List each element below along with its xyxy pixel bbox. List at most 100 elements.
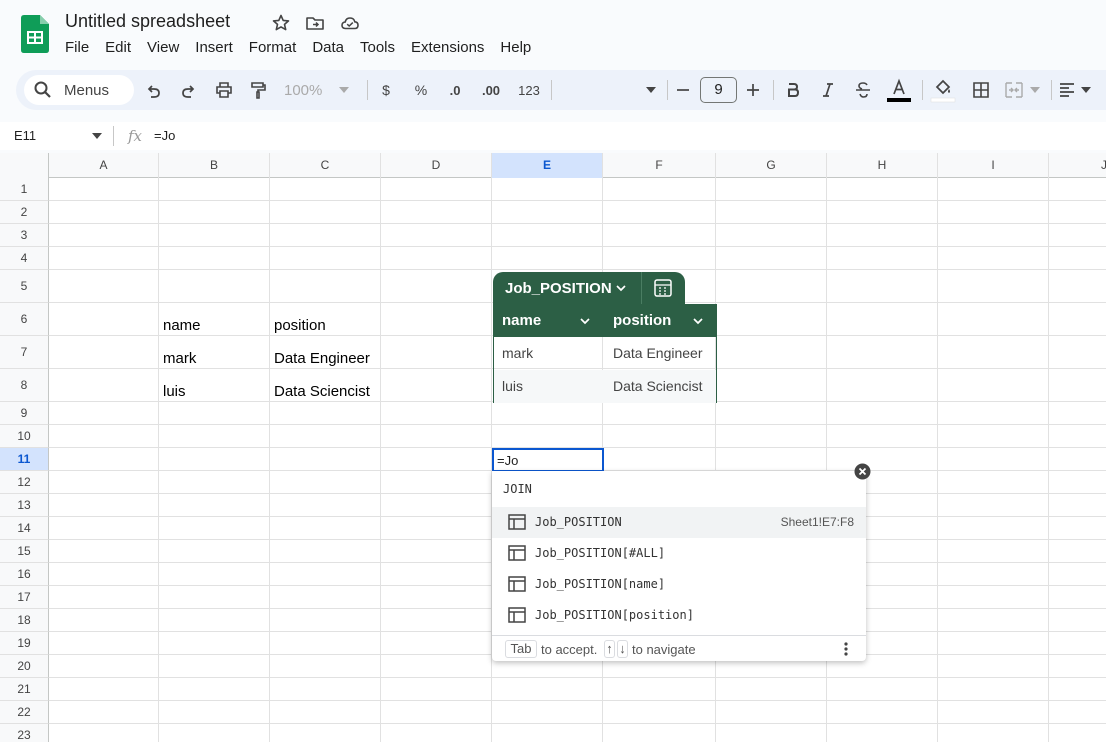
table-cell[interactable]: mark: [502, 345, 533, 361]
table-header-name[interactable]: name: [502, 312, 541, 329]
autocomplete-function-suggestion[interactable]: JOIN: [503, 482, 532, 496]
text-color-button[interactable]: [886, 76, 912, 104]
table-cell[interactable]: luis: [502, 378, 523, 394]
select-all-corner[interactable]: [0, 153, 49, 178]
row-header-10[interactable]: 10: [0, 425, 49, 448]
autocomplete-item[interactable]: Job_POSITION Sheet1!E7:F8: [492, 507, 866, 538]
more-vertical-icon[interactable]: [842, 641, 850, 657]
row-header-4[interactable]: 4: [0, 247, 49, 270]
menu-edit[interactable]: Edit: [97, 38, 139, 58]
row-header-1[interactable]: 1: [0, 178, 49, 201]
table-cell[interactable]: Data Engineer: [613, 345, 703, 361]
more-formats-button[interactable]: 123: [514, 76, 544, 104]
row-header-14[interactable]: 14: [0, 517, 49, 540]
chevron-down-icon[interactable]: [692, 315, 704, 327]
row-header-8[interactable]: 8: [0, 369, 49, 402]
column-header-b[interactable]: B: [159, 153, 270, 178]
cell-b8[interactable]: luis: [163, 383, 186, 400]
grid-row-line: [49, 200, 1106, 201]
autocomplete-item[interactable]: Job_POSITION[name]: [492, 569, 866, 600]
name-box[interactable]: E11: [14, 128, 36, 143]
row-header-2[interactable]: 2: [0, 201, 49, 224]
merge-cells-button[interactable]: [1004, 76, 1046, 104]
font-size-input[interactable]: 9: [700, 77, 737, 103]
document-title[interactable]: Untitled spreadsheet: [65, 11, 230, 32]
menu-tools[interactable]: Tools: [352, 38, 403, 58]
formula-input[interactable]: =Jo: [154, 128, 175, 143]
cell-b6[interactable]: name: [163, 317, 201, 334]
cloud-saved-icon[interactable]: [340, 13, 360, 33]
font-family-select[interactable]: [556, 76, 656, 104]
row-header-6[interactable]: 6: [0, 303, 49, 336]
row-header-3[interactable]: 3: [0, 224, 49, 247]
star-icon[interactable]: [271, 13, 291, 33]
row-header-21[interactable]: 21: [0, 678, 49, 701]
row-header-9[interactable]: 9: [0, 402, 49, 425]
row-header-5[interactable]: 5: [0, 270, 49, 303]
undo-button[interactable]: [142, 76, 166, 104]
row-header-19[interactable]: 19: [0, 632, 49, 655]
decrease-font-size-button[interactable]: [672, 76, 694, 104]
zoom-select[interactable]: 100%: [284, 76, 354, 104]
menu-data[interactable]: Data: [304, 38, 352, 58]
active-cell-editor[interactable]: =Jo: [492, 448, 604, 472]
fill-color-button[interactable]: [930, 76, 956, 104]
move-to-folder-icon[interactable]: [305, 13, 325, 33]
cell-c8[interactable]: Data Sciencist: [274, 383, 370, 400]
table-cell[interactable]: Data Sciencist: [613, 378, 702, 394]
row-header-12[interactable]: 12: [0, 471, 49, 494]
row-header-20[interactable]: 20: [0, 655, 49, 678]
menu-extensions[interactable]: Extensions: [403, 38, 492, 58]
bold-button[interactable]: [781, 76, 805, 104]
menu-format[interactable]: Format: [241, 38, 305, 58]
chevron-down-icon[interactable]: [615, 282, 627, 294]
autocomplete-item[interactable]: Job_POSITION[#ALL]: [492, 538, 866, 569]
row-header-15[interactable]: 15: [0, 540, 49, 563]
column-header-i[interactable]: I: [938, 153, 1049, 178]
row-header-13[interactable]: 13: [0, 494, 49, 517]
cell-b7[interactable]: mark: [163, 350, 196, 367]
strikethrough-button[interactable]: [851, 76, 875, 104]
menu-view[interactable]: View: [139, 38, 187, 58]
column-header-d[interactable]: D: [381, 153, 492, 178]
table-header-position[interactable]: position: [613, 312, 671, 329]
paint-format-button[interactable]: [246, 76, 270, 104]
decrease-decimal-button[interactable]: .0: [442, 76, 468, 104]
menu-file[interactable]: File: [57, 38, 97, 58]
menu-help[interactable]: Help: [492, 38, 539, 58]
caret-down-icon[interactable]: [92, 133, 102, 139]
increase-font-size-button[interactable]: [742, 76, 764, 104]
column-header-j[interactable]: J: [1049, 153, 1106, 178]
percent-format-button[interactable]: %: [409, 76, 433, 104]
cell-c6[interactable]: position: [274, 317, 326, 334]
italic-button[interactable]: [816, 76, 840, 104]
menu-insert[interactable]: Insert: [187, 38, 241, 58]
row-header-17[interactable]: 17: [0, 586, 49, 609]
column-header-c[interactable]: C: [270, 153, 381, 178]
column-header-f[interactable]: F: [603, 153, 716, 178]
close-icon[interactable]: [854, 463, 871, 480]
cell-c7[interactable]: Data Engineer: [274, 350, 370, 367]
horizontal-align-button[interactable]: [1058, 76, 1098, 104]
borders-button[interactable]: [969, 76, 993, 104]
sheets-logo-icon[interactable]: [21, 15, 49, 53]
print-button[interactable]: [212, 76, 236, 104]
column-header-a[interactable]: A: [49, 153, 159, 178]
row-header-22[interactable]: 22: [0, 701, 49, 724]
row-header-16[interactable]: 16: [0, 563, 49, 586]
table-calculator-icon[interactable]: [653, 278, 673, 298]
column-header-g[interactable]: G: [716, 153, 827, 178]
chevron-down-icon[interactable]: [579, 315, 591, 327]
search-menus-button[interactable]: Menus: [24, 75, 134, 105]
column-header-h[interactable]: H: [827, 153, 938, 178]
row-header-23[interactable]: 23: [0, 724, 49, 742]
autocomplete-item[interactable]: Job_POSITION[position]: [492, 600, 866, 631]
table-name-tab[interactable]: Job_POSITION: [493, 272, 685, 304]
increase-decimal-button[interactable]: .00: [478, 76, 504, 104]
column-header-e[interactable]: E: [492, 153, 603, 178]
row-header-18[interactable]: 18: [0, 609, 49, 632]
redo-button[interactable]: [176, 76, 200, 104]
row-header-11[interactable]: 11: [0, 448, 49, 471]
row-header-7[interactable]: 7: [0, 336, 49, 369]
currency-format-button[interactable]: $: [374, 76, 398, 104]
